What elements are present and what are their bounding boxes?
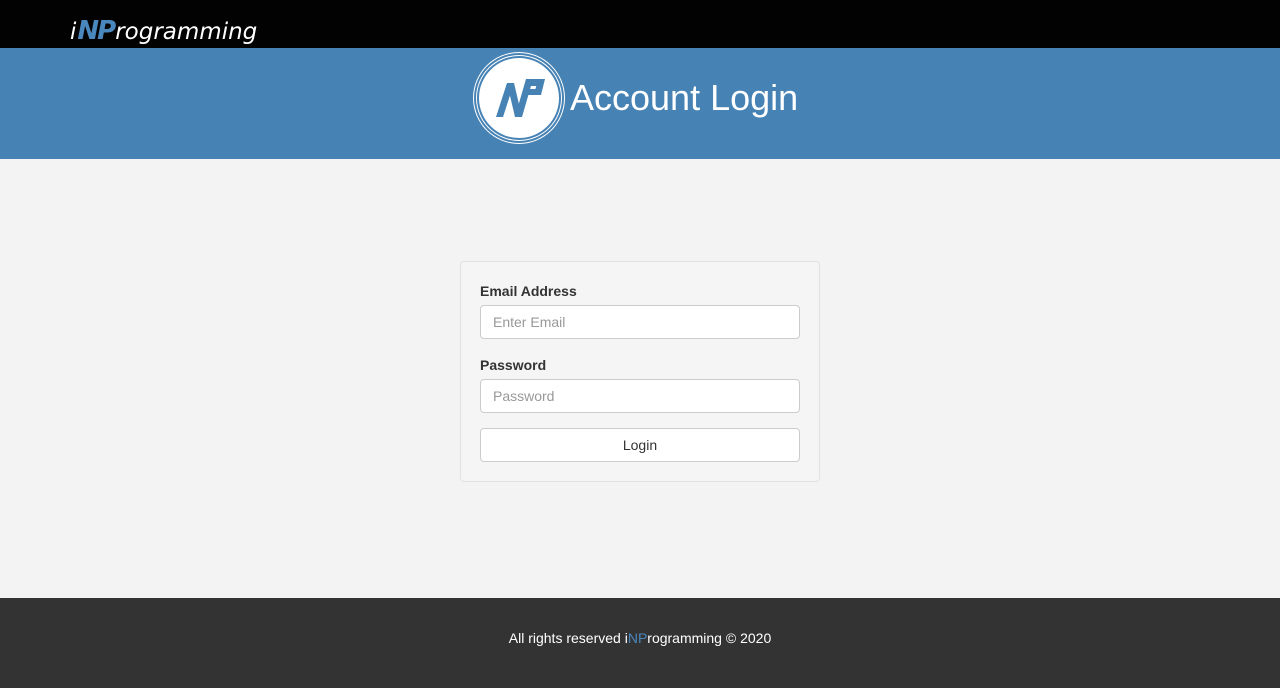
email-label: Email Address <box>480 283 577 299</box>
footer-copyright: All rights reserved iNProgramming © 2020 <box>0 630 1280 646</box>
page-title: Account Login <box>570 77 799 118</box>
page-header: Account Login <box>0 48 1280 159</box>
login-panel: Email Address Password Login <box>460 261 820 482</box>
footer-brand-suffix: rogramming <box>647 630 722 646</box>
top-navbar: i NP rogramming <box>0 0 1280 48</box>
brand-highlight: NP <box>77 16 116 46</box>
brand-suffix: rogramming <box>115 19 258 45</box>
email-input[interactable] <box>480 305 800 339</box>
password-label: Password <box>480 357 547 373</box>
footer-text-after: © 2020 <box>721 630 772 646</box>
footer-text-before: All rights reserved <box>508 630 625 646</box>
footer: All rights reserved iNProgramming © 2020 <box>0 598 1280 688</box>
password-input[interactable] <box>480 379 800 413</box>
brand-logo-link[interactable]: i NP rogramming <box>70 4 257 44</box>
login-button[interactable]: Login <box>480 428 800 462</box>
np-logo-icon <box>476 55 562 141</box>
footer-brand-highlight: NP <box>627 630 648 646</box>
brand-prefix: i <box>70 19 77 45</box>
